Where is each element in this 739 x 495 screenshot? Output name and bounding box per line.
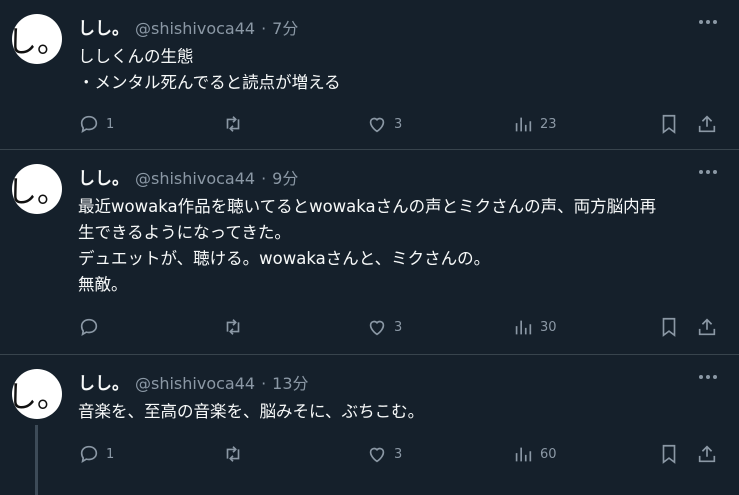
share-icon [698, 115, 716, 133]
tweet-text: ししくんの生態 ・メンタル死んでると読点が増える [78, 47, 341, 92]
reply-button[interactable] [78, 314, 106, 340]
views-button[interactable]: 30 [512, 314, 557, 340]
display-name[interactable]: しし。 [78, 14, 129, 39]
user-handle[interactable]: @shishivoca44 [135, 169, 255, 188]
timestamp[interactable]: 13分 [272, 370, 308, 394]
action-bar: 1 3 23 [78, 111, 723, 137]
bookmark-button[interactable] [658, 111, 680, 137]
retweet-icon [226, 446, 240, 462]
like-count: 3 [394, 116, 403, 132]
bookmark-icon [662, 317, 676, 337]
like-count: 3 [394, 319, 403, 335]
views-icon [515, 117, 532, 132]
share-button[interactable] [696, 314, 718, 340]
like-icon [369, 320, 385, 336]
user-handle[interactable]: @shishivoca44 [135, 374, 255, 393]
retweet-icon [226, 116, 240, 132]
retweet-icon [226, 319, 240, 335]
timestamp[interactable]: 9分 [272, 165, 298, 189]
tweet-header: しし。 @shishivoca44 · 13分 [78, 369, 679, 394]
bookmark-button[interactable] [658, 314, 680, 340]
avatar[interactable]: し。 [7, 369, 67, 419]
views-count: 30 [540, 319, 557, 335]
views-count: 23 [540, 116, 557, 132]
views-count: 60 [540, 446, 557, 462]
tweet-header: しし。 @shishivoca44 · 9分 [78, 164, 679, 189]
reply-count: 1 [106, 116, 115, 132]
tweet[interactable]: し。 しし。 @shishivoca44 · 9分 最近wowaka作品を聴いて… [0, 150, 739, 355]
tweet[interactable]: し。 しし。 @shishivoca44 · 7分 ししくんの生態 ・メンタル死… [0, 0, 739, 150]
like-count: 3 [394, 446, 403, 462]
like-button[interactable]: 3 [366, 441, 402, 467]
reply-icon [80, 318, 98, 336]
action-bar: 1 3 60 [78, 441, 723, 467]
tweet-header: しし。 @shishivoca44 · 7分 [78, 14, 679, 39]
more-icon[interactable] [695, 369, 721, 389]
reply-icon [80, 115, 98, 133]
bookmark-icon [662, 114, 676, 134]
views-icon [515, 320, 532, 335]
like-icon [369, 117, 385, 133]
avatar[interactable]: し。 [7, 14, 67, 64]
share-icon [698, 318, 716, 336]
more-icon[interactable] [695, 164, 721, 184]
bookmark-icon [662, 444, 676, 464]
action-bar: 3 30 [78, 314, 723, 340]
like-icon [369, 447, 385, 463]
timestamp[interactable]: 7分 [272, 15, 298, 39]
views-button[interactable]: 60 [512, 441, 557, 467]
like-button[interactable]: 3 [366, 111, 402, 137]
separator: · [261, 19, 267, 38]
tweet-text: 最近wowaka作品を聴いてるとwowakaさんの声とミクさんの声、両方脳内再 … [78, 197, 657, 294]
retweet-button[interactable] [222, 111, 250, 137]
reply-button[interactable]: 1 [78, 441, 114, 467]
reply-icon [80, 445, 98, 463]
separator: · [261, 169, 267, 188]
display-name[interactable]: しし。 [78, 164, 129, 189]
views-icon [515, 447, 532, 462]
more-icon[interactable] [695, 14, 721, 34]
tweet[interactable]: し。 しし。 @shishivoca44 · 13分 音楽を、至高の音楽を、脳み… [0, 355, 739, 495]
bookmark-button[interactable] [658, 441, 680, 467]
thread-line [35, 425, 38, 495]
views-button[interactable]: 23 [512, 111, 557, 137]
share-button[interactable] [696, 441, 718, 467]
separator: · [261, 374, 267, 393]
display-name[interactable]: しし。 [78, 369, 129, 394]
reply-count: 1 [106, 446, 115, 462]
share-button[interactable] [696, 111, 718, 137]
share-icon [698, 445, 716, 463]
retweet-button[interactable] [222, 314, 250, 340]
like-button[interactable]: 3 [366, 314, 402, 340]
tweet-text: 音楽を、至高の音楽を、脳みそに、ぶちこむ。 [78, 402, 425, 421]
reply-button[interactable]: 1 [78, 111, 114, 137]
user-handle[interactable]: @shishivoca44 [135, 19, 255, 38]
avatar[interactable]: し。 [7, 164, 67, 214]
retweet-button[interactable] [222, 441, 250, 467]
